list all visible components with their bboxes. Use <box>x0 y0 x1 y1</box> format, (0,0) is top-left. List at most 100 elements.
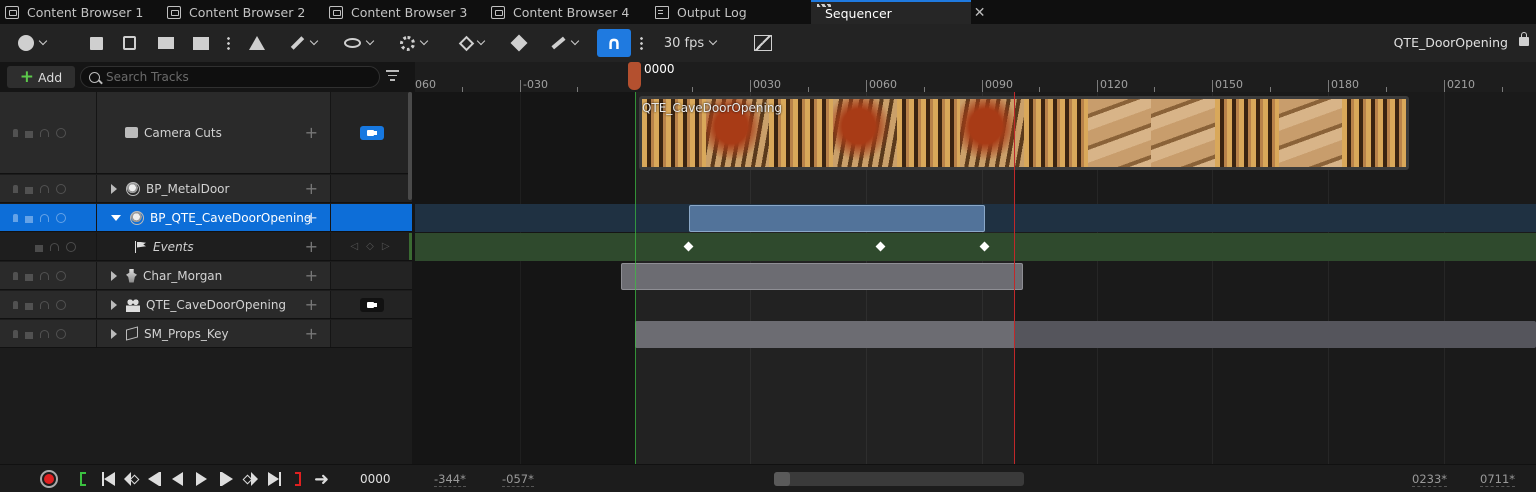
mute-icon[interactable] <box>56 328 66 339</box>
more-options-button[interactable] <box>224 32 232 54</box>
headphones-icon[interactable] <box>40 329 49 338</box>
lock-icon[interactable] <box>1519 32 1529 46</box>
track-area[interactable]: QTE_CaveDoorOpening <box>415 92 1536 464</box>
set-end-button[interactable] <box>295 471 301 487</box>
view-end-field[interactable]: 0233* <box>1412 472 1448 487</box>
actions-button[interactable] <box>246 32 268 54</box>
headphones-icon[interactable] <box>50 242 59 251</box>
add-icon[interactable]: + <box>305 295 318 314</box>
tools-menu-button[interactable] <box>284 32 322 54</box>
pin-icon[interactable] <box>13 271 18 280</box>
scrollbar-thumb[interactable] <box>774 472 790 486</box>
playback-options-button[interactable] <box>394 32 432 54</box>
keyframe-options-button[interactable] <box>453 32 491 54</box>
headphones-icon[interactable] <box>40 213 49 222</box>
next-key-icon[interactable]: ▷ <box>382 241 390 252</box>
add-icon[interactable]: + <box>305 237 318 256</box>
tab-content-browser-4[interactable]: Content Browser 4 <box>491 0 629 24</box>
track-row-qte-cavedooropening[interactable]: QTE_CaveDoorOpening + <box>0 291 412 319</box>
mesh-section-bar[interactable] <box>635 321 1536 348</box>
outliner-scrollbar[interactable] <box>408 92 412 200</box>
close-icon[interactable]: ✕ <box>974 5 986 21</box>
play-button[interactable] <box>196 471 207 487</box>
mute-icon[interactable] <box>56 270 66 281</box>
next-key-button[interactable] <box>242 471 258 487</box>
add-icon[interactable]: + <box>305 179 318 198</box>
track-row-sm-props-key[interactable]: SM_Props_Key + <box>0 320 412 348</box>
time-ruler[interactable]: 060 -030 0030 0060 0090 0120 0150 0180 0… <box>415 62 1536 92</box>
tab-content-browser-3[interactable]: Content Browser 3 <box>329 0 467 24</box>
headphones-icon[interactable] <box>40 184 49 193</box>
pin-icon[interactable] <box>13 184 18 193</box>
lock-icon[interactable] <box>25 302 33 310</box>
world-menu-button[interactable] <box>12 32 52 54</box>
search-tracks-field[interactable] <box>80 66 380 88</box>
lock-icon[interactable] <box>25 331 33 339</box>
current-time-field[interactable]: 0000 <box>360 472 391 486</box>
prev-key-button[interactable] <box>124 471 140 487</box>
timeline-scrollbar[interactable] <box>774 472 1024 486</box>
lock-icon[interactable] <box>25 186 33 194</box>
render-movie-button[interactable] <box>155 32 177 54</box>
curve-editor-button[interactable] <box>752 32 774 54</box>
mute-icon[interactable] <box>56 299 66 310</box>
pin-icon[interactable] <box>13 213 18 222</box>
camera-lock-icon[interactable] <box>359 297 384 312</box>
mute-icon[interactable] <box>56 183 66 194</box>
headphones-icon[interactable] <box>40 271 49 280</box>
prev-key-icon[interactable]: ◁ <box>350 241 358 252</box>
tab-content-browser-1[interactable]: Content Browser 1 <box>5 0 143 24</box>
record-button[interactable] <box>40 470 58 488</box>
snap-options-button[interactable] <box>637 32 645 54</box>
view-start-field[interactable]: -057* <box>502 472 534 487</box>
lock-icon[interactable] <box>25 215 33 223</box>
find-asset-button[interactable] <box>119 32 139 54</box>
character-section-bar[interactable] <box>621 263 1023 290</box>
loop-button[interactable]: ➜ <box>314 469 329 490</box>
add-icon[interactable]: + <box>305 266 318 285</box>
save-button[interactable] <box>86 32 106 54</box>
track-row-bp-qte-cavedooropening[interactable]: BP_QTE_CaveDoorOpening + <box>0 204 412 232</box>
actor-section-bar[interactable] <box>689 205 985 232</box>
range-end-field[interactable]: 0711* <box>1480 472 1516 487</box>
filter-icon[interactable] <box>386 70 399 82</box>
headphones-icon[interactable] <box>40 128 49 137</box>
expand-arrow-icon[interactable] <box>111 183 117 194</box>
lock-icon[interactable] <box>25 130 33 138</box>
jump-to-start-button[interactable] <box>102 471 115 487</box>
auto-key-button[interactable] <box>509 32 529 54</box>
set-start-button[interactable] <box>80 471 86 487</box>
headphones-icon[interactable] <box>40 300 49 309</box>
tab-sequencer[interactable]: Sequencer ✕ <box>811 0 986 24</box>
view-options-button[interactable] <box>339 32 377 54</box>
frame-rate-dropdown[interactable]: 30 fps <box>660 32 720 54</box>
step-forward-button[interactable] <box>220 471 233 487</box>
pin-icon[interactable] <box>13 128 18 137</box>
camera-lock-icon[interactable] <box>359 125 384 140</box>
jump-to-end-button[interactable] <box>268 471 281 487</box>
track-row-camera-cuts[interactable]: Camera Cuts + <box>0 92 412 174</box>
edit-mode-button[interactable] <box>545 32 583 54</box>
clapper-button[interactable] <box>190 32 212 54</box>
pin-icon[interactable] <box>13 329 18 338</box>
add-icon[interactable]: + <box>305 123 318 142</box>
lock-icon[interactable] <box>35 244 43 252</box>
snap-toggle-button[interactable]: ∩ <box>597 29 631 57</box>
collapse-arrow-icon[interactable] <box>111 214 121 221</box>
lock-icon[interactable] <box>25 273 33 281</box>
tab-output-log[interactable]: Output Log <box>655 0 747 24</box>
expand-arrow-icon[interactable] <box>111 299 117 310</box>
track-row-events[interactable]: Events + ◁ ◇ ▷ <box>0 233 412 261</box>
mute-icon[interactable] <box>56 127 66 138</box>
expand-arrow-icon[interactable] <box>111 270 117 281</box>
playhead-handle[interactable] <box>628 62 641 90</box>
track-row-char-morgan[interactable]: Char_Morgan + <box>0 262 412 290</box>
track-row-bp-metaldoor[interactable]: BP_MetalDoor + <box>0 175 412 203</box>
add-key-icon[interactable]: ◇ <box>366 241 374 252</box>
play-reverse-button[interactable] <box>172 471 183 487</box>
mute-icon[interactable] <box>56 212 66 223</box>
tab-content-browser-2[interactable]: Content Browser 2 <box>167 0 305 24</box>
mute-icon[interactable] <box>66 241 76 252</box>
pin-icon[interactable] <box>13 300 18 309</box>
search-input[interactable] <box>106 70 366 84</box>
